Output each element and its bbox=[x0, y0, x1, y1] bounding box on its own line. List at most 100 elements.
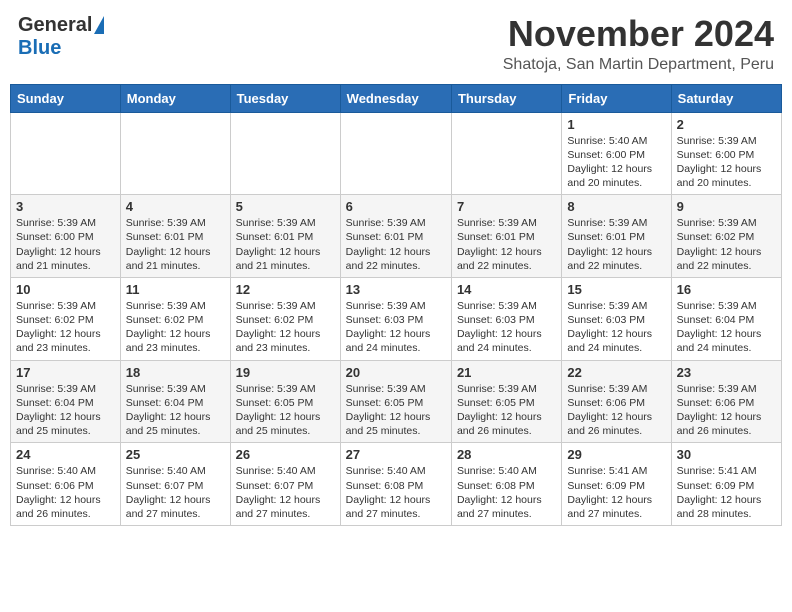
calendar-week-row: 17 Sunrise: 5:39 AM Sunset: 6:04 PM Dayli… bbox=[11, 360, 782, 443]
day-number: 11 bbox=[126, 282, 225, 297]
day-number: 6 bbox=[346, 199, 446, 214]
day-info: Sunrise: 5:39 AM Sunset: 6:03 PM Dayligh… bbox=[346, 299, 446, 356]
logo-blue-text: Blue bbox=[18, 37, 61, 60]
day-of-week-header: Monday bbox=[120, 84, 230, 112]
day-info: Sunrise: 5:39 AM Sunset: 6:01 PM Dayligh… bbox=[126, 216, 225, 273]
day-number: 20 bbox=[346, 365, 446, 380]
day-number: 28 bbox=[457, 447, 556, 462]
calendar-cell bbox=[11, 112, 121, 195]
day-number: 24 bbox=[16, 447, 115, 462]
calendar-cell: 16 Sunrise: 5:39 AM Sunset: 6:04 PM Dayli… bbox=[671, 277, 781, 360]
calendar-cell: 20 Sunrise: 5:39 AM Sunset: 6:05 PM Dayli… bbox=[340, 360, 451, 443]
day-info: Sunrise: 5:39 AM Sunset: 6:02 PM Dayligh… bbox=[126, 299, 225, 356]
day-info: Sunrise: 5:40 AM Sunset: 6:07 PM Dayligh… bbox=[236, 464, 335, 521]
day-number: 26 bbox=[236, 447, 335, 462]
calendar-cell: 19 Sunrise: 5:39 AM Sunset: 6:05 PM Dayli… bbox=[230, 360, 340, 443]
day-of-week-header: Wednesday bbox=[340, 84, 451, 112]
day-number: 19 bbox=[236, 365, 335, 380]
day-number: 27 bbox=[346, 447, 446, 462]
day-of-week-header: Saturday bbox=[671, 84, 781, 112]
calendar-cell: 22 Sunrise: 5:39 AM Sunset: 6:06 PM Dayli… bbox=[562, 360, 671, 443]
day-number: 5 bbox=[236, 199, 335, 214]
calendar-cell bbox=[120, 112, 230, 195]
day-number: 18 bbox=[126, 365, 225, 380]
day-of-week-header: Thursday bbox=[451, 84, 561, 112]
day-info: Sunrise: 5:39 AM Sunset: 6:01 PM Dayligh… bbox=[346, 216, 446, 273]
page-header: General Blue November 2024 Shatoja, San … bbox=[10, 10, 782, 78]
day-info: Sunrise: 5:39 AM Sunset: 6:05 PM Dayligh… bbox=[457, 382, 556, 439]
calendar-cell: 2 Sunrise: 5:39 AM Sunset: 6:00 PM Daylig… bbox=[671, 112, 781, 195]
day-number: 29 bbox=[567, 447, 665, 462]
day-number: 25 bbox=[126, 447, 225, 462]
day-of-week-header: Sunday bbox=[11, 84, 121, 112]
day-number: 21 bbox=[457, 365, 556, 380]
day-info: Sunrise: 5:39 AM Sunset: 6:05 PM Dayligh… bbox=[236, 382, 335, 439]
day-number: 1 bbox=[567, 117, 665, 132]
calendar-header-row: SundayMondayTuesdayWednesdayThursdayFrid… bbox=[11, 84, 782, 112]
calendar-cell: 28 Sunrise: 5:40 AM Sunset: 6:08 PM Dayli… bbox=[451, 443, 561, 526]
day-info: Sunrise: 5:41 AM Sunset: 6:09 PM Dayligh… bbox=[677, 464, 776, 521]
calendar-cell: 18Sunrise: 5:39 AM Sunset: 6:04 PM Dayli… bbox=[120, 360, 230, 443]
day-info: Sunrise: 5:39 AM Sunset: 6:01 PM Dayligh… bbox=[236, 216, 335, 273]
logo: General Blue bbox=[18, 14, 104, 60]
day-of-week-header: Tuesday bbox=[230, 84, 340, 112]
day-number: 14 bbox=[457, 282, 556, 297]
day-number: 7 bbox=[457, 199, 556, 214]
day-number: 10 bbox=[16, 282, 115, 297]
calendar-cell: 17 Sunrise: 5:39 AM Sunset: 6:04 PM Dayli… bbox=[11, 360, 121, 443]
day-info: Sunrise: 5:39 AM Sunset: 6:03 PM Dayligh… bbox=[457, 299, 556, 356]
day-number: 16 bbox=[677, 282, 776, 297]
day-info: Sunrise: 5:39 AM Sunset: 6:05 PM Dayligh… bbox=[346, 382, 446, 439]
calendar-cell: 5 Sunrise: 5:39 AM Sunset: 6:01 PM Daylig… bbox=[230, 195, 340, 278]
calendar-week-row: 1 Sunrise: 5:40 AM Sunset: 6:00 PM Daylig… bbox=[11, 112, 782, 195]
calendar-cell: 1 Sunrise: 5:40 AM Sunset: 6:00 PM Daylig… bbox=[562, 112, 671, 195]
calendar-cell bbox=[230, 112, 340, 195]
calendar-cell: 24 Sunrise: 5:40 AM Sunset: 6:06 PM Dayli… bbox=[11, 443, 121, 526]
calendar-cell: 4 Sunrise: 5:39 AM Sunset: 6:01 PM Daylig… bbox=[120, 195, 230, 278]
day-info: Sunrise: 5:39 AM Sunset: 6:00 PM Dayligh… bbox=[677, 134, 776, 191]
day-number: 13 bbox=[346, 282, 446, 297]
calendar-cell: 13 Sunrise: 5:39 AM Sunset: 6:03 PM Dayli… bbox=[340, 277, 451, 360]
calendar-cell: 8Sunrise: 5:39 AM Sunset: 6:01 PM Daylig… bbox=[562, 195, 671, 278]
calendar-cell bbox=[340, 112, 451, 195]
day-info: Sunrise: 5:40 AM Sunset: 6:06 PM Dayligh… bbox=[16, 464, 115, 521]
day-info: Sunrise: 5:40 AM Sunset: 6:08 PM Dayligh… bbox=[346, 464, 446, 521]
logo-triangle-icon bbox=[94, 16, 104, 34]
day-number: 12 bbox=[236, 282, 335, 297]
day-info: Sunrise: 5:40 AM Sunset: 6:00 PM Dayligh… bbox=[567, 134, 665, 191]
calendar-cell: 6 Sunrise: 5:39 AM Sunset: 6:01 PM Daylig… bbox=[340, 195, 451, 278]
day-info: Sunrise: 5:39 AM Sunset: 6:06 PM Dayligh… bbox=[677, 382, 776, 439]
calendar-cell: 7 Sunrise: 5:39 AM Sunset: 6:01 PM Daylig… bbox=[451, 195, 561, 278]
calendar-cell: 25Sunrise: 5:40 AM Sunset: 6:07 PM Dayli… bbox=[120, 443, 230, 526]
day-info: Sunrise: 5:39 AM Sunset: 6:04 PM Dayligh… bbox=[16, 382, 115, 439]
day-info: Sunrise: 5:39 AM Sunset: 6:00 PM Dayligh… bbox=[16, 216, 115, 273]
day-of-week-header: Friday bbox=[562, 84, 671, 112]
calendar-week-row: 3Sunrise: 5:39 AM Sunset: 6:00 PM Daylig… bbox=[11, 195, 782, 278]
day-info: Sunrise: 5:39 AM Sunset: 6:04 PM Dayligh… bbox=[677, 299, 776, 356]
day-info: Sunrise: 5:39 AM Sunset: 6:01 PM Dayligh… bbox=[567, 216, 665, 273]
calendar-cell: 27 Sunrise: 5:40 AM Sunset: 6:08 PM Dayli… bbox=[340, 443, 451, 526]
calendar-cell: 23Sunrise: 5:39 AM Sunset: 6:06 PM Dayli… bbox=[671, 360, 781, 443]
day-number: 4 bbox=[126, 199, 225, 214]
calendar-cell: 21 Sunrise: 5:39 AM Sunset: 6:05 PM Dayli… bbox=[451, 360, 561, 443]
month-title: November 2024 bbox=[503, 14, 774, 54]
day-number: 22 bbox=[567, 365, 665, 380]
calendar-cell: 3Sunrise: 5:39 AM Sunset: 6:00 PM Daylig… bbox=[11, 195, 121, 278]
calendar-week-row: 10 Sunrise: 5:39 AM Sunset: 6:02 PM Dayli… bbox=[11, 277, 782, 360]
day-info: Sunrise: 5:39 AM Sunset: 6:02 PM Dayligh… bbox=[236, 299, 335, 356]
day-number: 2 bbox=[677, 117, 776, 132]
calendar-cell: 15Sunrise: 5:39 AM Sunset: 6:03 PM Dayli… bbox=[562, 277, 671, 360]
day-info: Sunrise: 5:40 AM Sunset: 6:08 PM Dayligh… bbox=[457, 464, 556, 521]
day-info: Sunrise: 5:41 AM Sunset: 6:09 PM Dayligh… bbox=[567, 464, 665, 521]
day-info: Sunrise: 5:39 AM Sunset: 6:06 PM Dayligh… bbox=[567, 382, 665, 439]
title-block: November 2024 Shatoja, San Martin Depart… bbox=[503, 14, 774, 74]
day-info: Sunrise: 5:39 AM Sunset: 6:02 PM Dayligh… bbox=[16, 299, 115, 356]
day-info: Sunrise: 5:39 AM Sunset: 6:01 PM Dayligh… bbox=[457, 216, 556, 273]
calendar-cell: 29 Sunrise: 5:41 AM Sunset: 6:09 PM Dayli… bbox=[562, 443, 671, 526]
calendar-cell: 14 Sunrise: 5:39 AM Sunset: 6:03 PM Dayli… bbox=[451, 277, 561, 360]
day-number: 17 bbox=[16, 365, 115, 380]
day-info: Sunrise: 5:39 AM Sunset: 6:02 PM Dayligh… bbox=[677, 216, 776, 273]
calendar-cell: 11 Sunrise: 5:39 AM Sunset: 6:02 PM Dayli… bbox=[120, 277, 230, 360]
calendar-cell: 12 Sunrise: 5:39 AM Sunset: 6:02 PM Dayli… bbox=[230, 277, 340, 360]
calendar-table: SundayMondayTuesdayWednesdayThursdayFrid… bbox=[10, 84, 782, 526]
